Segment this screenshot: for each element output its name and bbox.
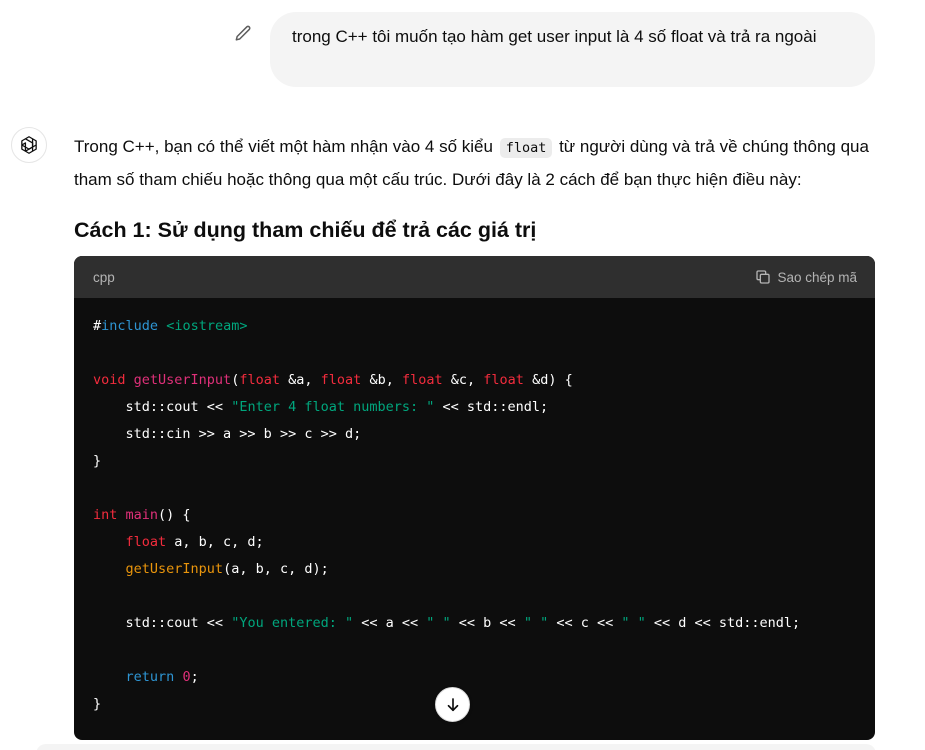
copy-icon	[756, 270, 771, 284]
composer-top-edge	[36, 744, 876, 750]
intro-text-1: Trong C++, bạn có thể viết một hàm nhận …	[74, 137, 493, 156]
user-message-bubble: trong C++ tôi muốn tạo hàm get user inpu…	[270, 12, 875, 87]
edit-message-button[interactable]	[233, 24, 253, 44]
code-line: float a, b, c, d;	[125, 534, 264, 550]
arrow-down-icon	[447, 697, 458, 711]
code-block-header: cpp Sao chép mã	[74, 256, 875, 298]
copy-code-button[interactable]: Sao chép mã	[755, 269, 857, 285]
assistant-avatar	[11, 127, 47, 163]
pencil-icon	[235, 25, 251, 41]
assistant-response-text: Trong C++, bạn có thể viết một hàm nhận …	[74, 131, 879, 195]
code-line: int main() {	[93, 507, 191, 523]
code-line: std::cin >> a >> b >> c >> d;	[125, 426, 362, 442]
code-line: }	[93, 696, 102, 712]
copy-code-label: Sao chép mã	[777, 269, 857, 285]
user-message-text: trong C++ tôi muốn tạo hàm get user inpu…	[292, 27, 817, 46]
scroll-to-bottom-button[interactable]	[435, 687, 470, 722]
code-content: #include <iostream> void getUserInput(fl…	[74, 298, 875, 733]
code-line: std::cout << "You entered: " << a << " "…	[125, 615, 801, 631]
code-line: #include <iostream>	[93, 318, 248, 334]
code-line: getUserInput(a, b, c, d);	[125, 561, 329, 577]
code-language-label: cpp	[93, 269, 115, 285]
code-line: void getUserInput(float &a, float &b, fl…	[93, 372, 573, 388]
code-block: cpp Sao chép mã #include <iostream> void…	[74, 256, 875, 740]
code-line: return 0;	[125, 669, 199, 685]
section-heading: Cách 1: Sử dụng tham chiếu để trả các gi…	[74, 218, 537, 242]
inline-code-float: float	[499, 138, 553, 158]
openai-logo-icon	[21, 136, 37, 154]
code-line: }	[93, 453, 102, 469]
code-line: std::cout << "Enter 4 float numbers: " <…	[125, 399, 549, 415]
